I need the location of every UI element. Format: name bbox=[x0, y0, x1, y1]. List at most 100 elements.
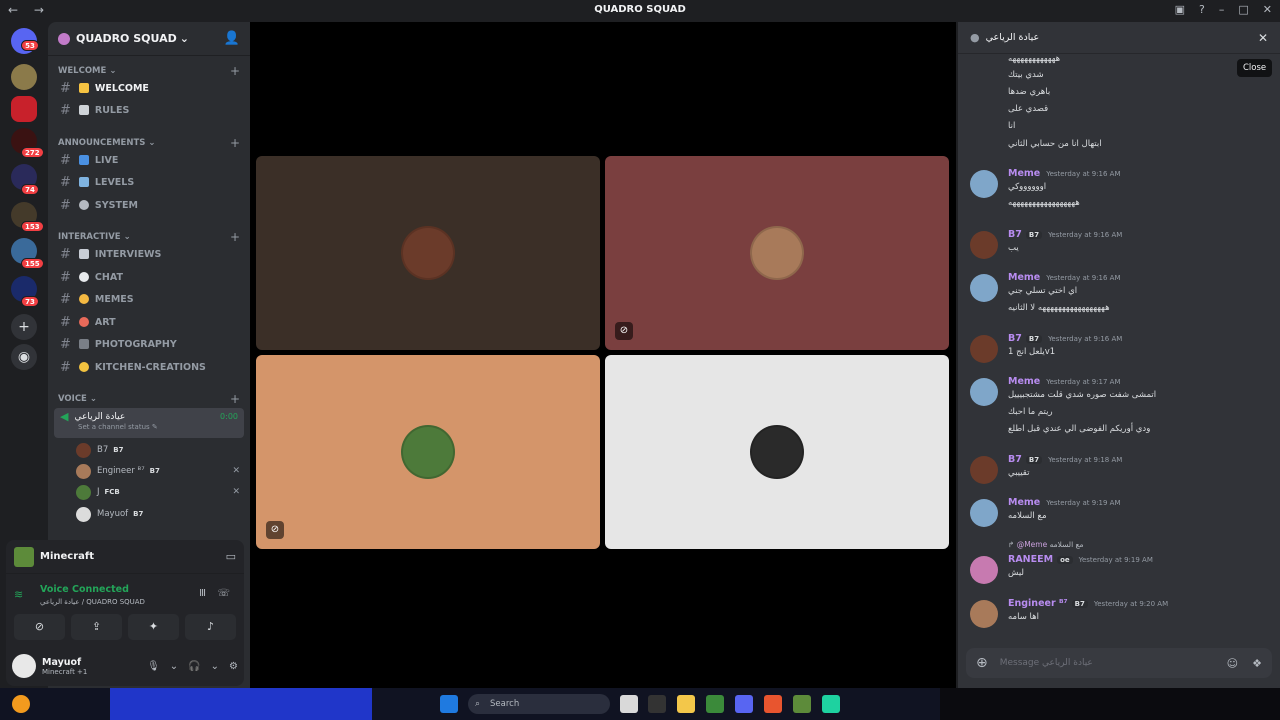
inbox-icon[interactable]: ▣ bbox=[1175, 3, 1185, 16]
app-icon[interactable] bbox=[648, 695, 666, 713]
signal-icon[interactable]: ≋ bbox=[14, 588, 23, 601]
guild-tag: FCB bbox=[104, 488, 120, 496]
emoji-icon bbox=[78, 177, 89, 187]
apps-icon[interactable]: ❖ bbox=[1252, 657, 1262, 670]
chat-title: عيادة الرياعي bbox=[985, 32, 1040, 43]
noise-suppression-icon[interactable]: Ⅲ bbox=[199, 588, 206, 599]
emoji-icon bbox=[78, 249, 89, 259]
discover-icon[interactable]: ◉ bbox=[11, 344, 37, 370]
voice-connected-subtitle[interactable]: عيادة الرياعي / QUADRO SQUAD bbox=[40, 598, 145, 606]
channel-rules[interactable]: # RULES bbox=[56, 100, 242, 120]
maximize-button[interactable]: □ bbox=[1238, 3, 1248, 16]
voice-channel-row: ◀ عيادة الرياعي 0:00 bbox=[60, 410, 238, 423]
emoji-icon bbox=[78, 105, 89, 115]
chevron-down-icon[interactable]: ⌄ bbox=[211, 661, 219, 672]
participant-tile[interactable] bbox=[605, 355, 949, 549]
emoji-picker-icon[interactable]: ☺ bbox=[1227, 657, 1238, 670]
wallpaper-strip bbox=[940, 688, 1280, 720]
channel-art[interactable]: # ART bbox=[56, 312, 242, 332]
channel-levels[interactable]: # LEVELS bbox=[56, 172, 242, 192]
channel-status[interactable]: Set a channel status ✎ bbox=[78, 423, 238, 431]
minecraft-icon[interactable] bbox=[793, 695, 811, 713]
voice-user[interactable]: Engineer ᴮ⁷ B7 ✕ bbox=[76, 462, 240, 480]
add-person-icon[interactable]: 👤 bbox=[224, 31, 240, 46]
author-name[interactable]: RANEEM bbox=[1008, 554, 1053, 565]
reply-reference[interactable]: ↱ @Meme مع السلامه bbox=[1008, 540, 1084, 549]
app-icon[interactable] bbox=[12, 695, 30, 713]
reply-arrow-icon: ↱ bbox=[1008, 540, 1015, 549]
add-server-icon[interactable]: + bbox=[11, 314, 37, 340]
author-name[interactable]: B7 bbox=[1008, 454, 1022, 465]
close-window-button[interactable]: ✕ bbox=[1263, 3, 1272, 16]
activity-row[interactable]: Minecraft ▭ bbox=[6, 540, 244, 574]
category-welcome[interactable]: WELCOME ⌄ + bbox=[58, 64, 240, 78]
soundboard-icon[interactable]: ♪ bbox=[185, 614, 236, 640]
channel-photography[interactable]: # PHOTOGRAPHY bbox=[56, 334, 242, 354]
author-name[interactable]: Meme bbox=[1008, 168, 1040, 179]
chevron-down-icon[interactable]: ⌄ bbox=[170, 661, 178, 672]
close-icon[interactable]: ✕ bbox=[1258, 31, 1268, 45]
author-name[interactable]: Meme bbox=[1008, 376, 1040, 387]
avatar bbox=[401, 226, 455, 280]
microphone-icon[interactable]: 🎙 bbox=[147, 661, 160, 672]
brave-browser-icon[interactable] bbox=[764, 695, 782, 713]
minimize-button[interactable]: – bbox=[1219, 3, 1225, 16]
message-line: ابتهال انا من حسابي الثاني bbox=[1008, 139, 1102, 149]
windows-start-icon[interactable] bbox=[440, 695, 458, 713]
server-icon[interactable] bbox=[11, 96, 37, 122]
timestamp: Yesterday at 9:16 AM bbox=[1048, 230, 1123, 239]
app-icon[interactable] bbox=[706, 695, 724, 713]
camera-off-icon[interactable]: ⊘ bbox=[14, 614, 65, 640]
share-screen-icon[interactable]: ⇪ bbox=[71, 614, 122, 640]
author-name[interactable]: Meme bbox=[1008, 272, 1040, 283]
create-channel-icon[interactable]: + bbox=[230, 230, 240, 244]
message-header: B7 B7 Yesterday at 9:16 AM bbox=[1008, 333, 1122, 344]
help-icon[interactable]: ? bbox=[1199, 3, 1205, 16]
author-name[interactable]: Engineer ᴮ⁷ bbox=[1008, 598, 1068, 609]
channel-welcome[interactable]: # WELCOME bbox=[56, 78, 242, 98]
disconnect-icon[interactable]: ☏ bbox=[217, 588, 230, 599]
attach-icon[interactable]: ⊕ bbox=[976, 655, 988, 671]
channel-live[interactable]: # LIVE bbox=[56, 150, 242, 170]
task-view-icon[interactable] bbox=[620, 695, 638, 713]
current-user[interactable]: Mayuof Minecraft +1 🎙 ⌄ 🎧 ⌄ ⚙ bbox=[6, 646, 244, 686]
guild-tag: B7 bbox=[149, 467, 160, 475]
category-announcements[interactable]: ANNOUNCEMENTS ⌄ + bbox=[58, 136, 240, 150]
app-icon[interactable] bbox=[822, 695, 840, 713]
author-name[interactable]: B7 bbox=[1008, 333, 1022, 344]
participant-tile[interactable]: ⊘ bbox=[256, 355, 600, 549]
screen-share-icon[interactable]: ▭ bbox=[226, 550, 236, 563]
author-name[interactable]: Meme bbox=[1008, 497, 1040, 508]
author-name[interactable]: B7 bbox=[1008, 229, 1022, 240]
voice-connected-label[interactable]: Voice Connected bbox=[40, 584, 129, 595]
headphones-icon[interactable]: 🎧 bbox=[188, 661, 200, 672]
message-input[interactable]: ⊕ Message عيادة الرياعي ☺ ❖ bbox=[966, 648, 1272, 678]
voice-channel-active[interactable]: ◀ عيادة الرياعي 0:00 Set a channel statu… bbox=[54, 408, 244, 438]
avatar bbox=[76, 442, 91, 458]
gear-icon[interactable]: ⚙ bbox=[229, 661, 238, 672]
category-interactive[interactable]: INTERACTIVE ⌄ + bbox=[58, 230, 240, 244]
category-label: VOICE bbox=[58, 394, 87, 404]
channel-chat[interactable]: # CHAT bbox=[56, 267, 242, 287]
channel-system[interactable]: # SYSTEM bbox=[56, 195, 242, 215]
server-icon[interactable] bbox=[11, 64, 37, 90]
voice-user[interactable]: J FCB ✕ bbox=[76, 483, 240, 501]
channel-memes[interactable]: # MEMES bbox=[56, 289, 242, 309]
create-channel-icon[interactable]: + bbox=[230, 64, 240, 78]
voice-user[interactable]: B7 B7 bbox=[76, 441, 240, 459]
channel-kitchen-creations[interactable]: # KITCHEN-CREATIONS bbox=[56, 357, 242, 377]
activities-icon[interactable]: ✦ bbox=[128, 614, 179, 640]
participant-tile[interactable]: ⊘ bbox=[605, 156, 949, 350]
category-voice[interactable]: VOICE ⌄ + bbox=[58, 392, 240, 406]
file-explorer-icon[interactable] bbox=[677, 695, 695, 713]
participant-tile[interactable] bbox=[256, 156, 600, 350]
channel-interviews[interactable]: # INTERVIEWS bbox=[56, 244, 242, 264]
create-channel-icon[interactable]: + bbox=[230, 136, 240, 150]
create-channel-icon[interactable]: + bbox=[230, 392, 240, 406]
voice-user[interactable]: Mayuof B7 bbox=[76, 505, 240, 523]
server-header[interactable]: QUADRO SQUAD ⌄ 👤 bbox=[48, 22, 250, 56]
taskbar-search[interactable]: ⌕ Search bbox=[468, 694, 610, 714]
voice-user-name: Engineer ᴮ⁷ bbox=[97, 466, 145, 476]
avatar bbox=[750, 425, 804, 479]
discord-icon[interactable] bbox=[735, 695, 753, 713]
